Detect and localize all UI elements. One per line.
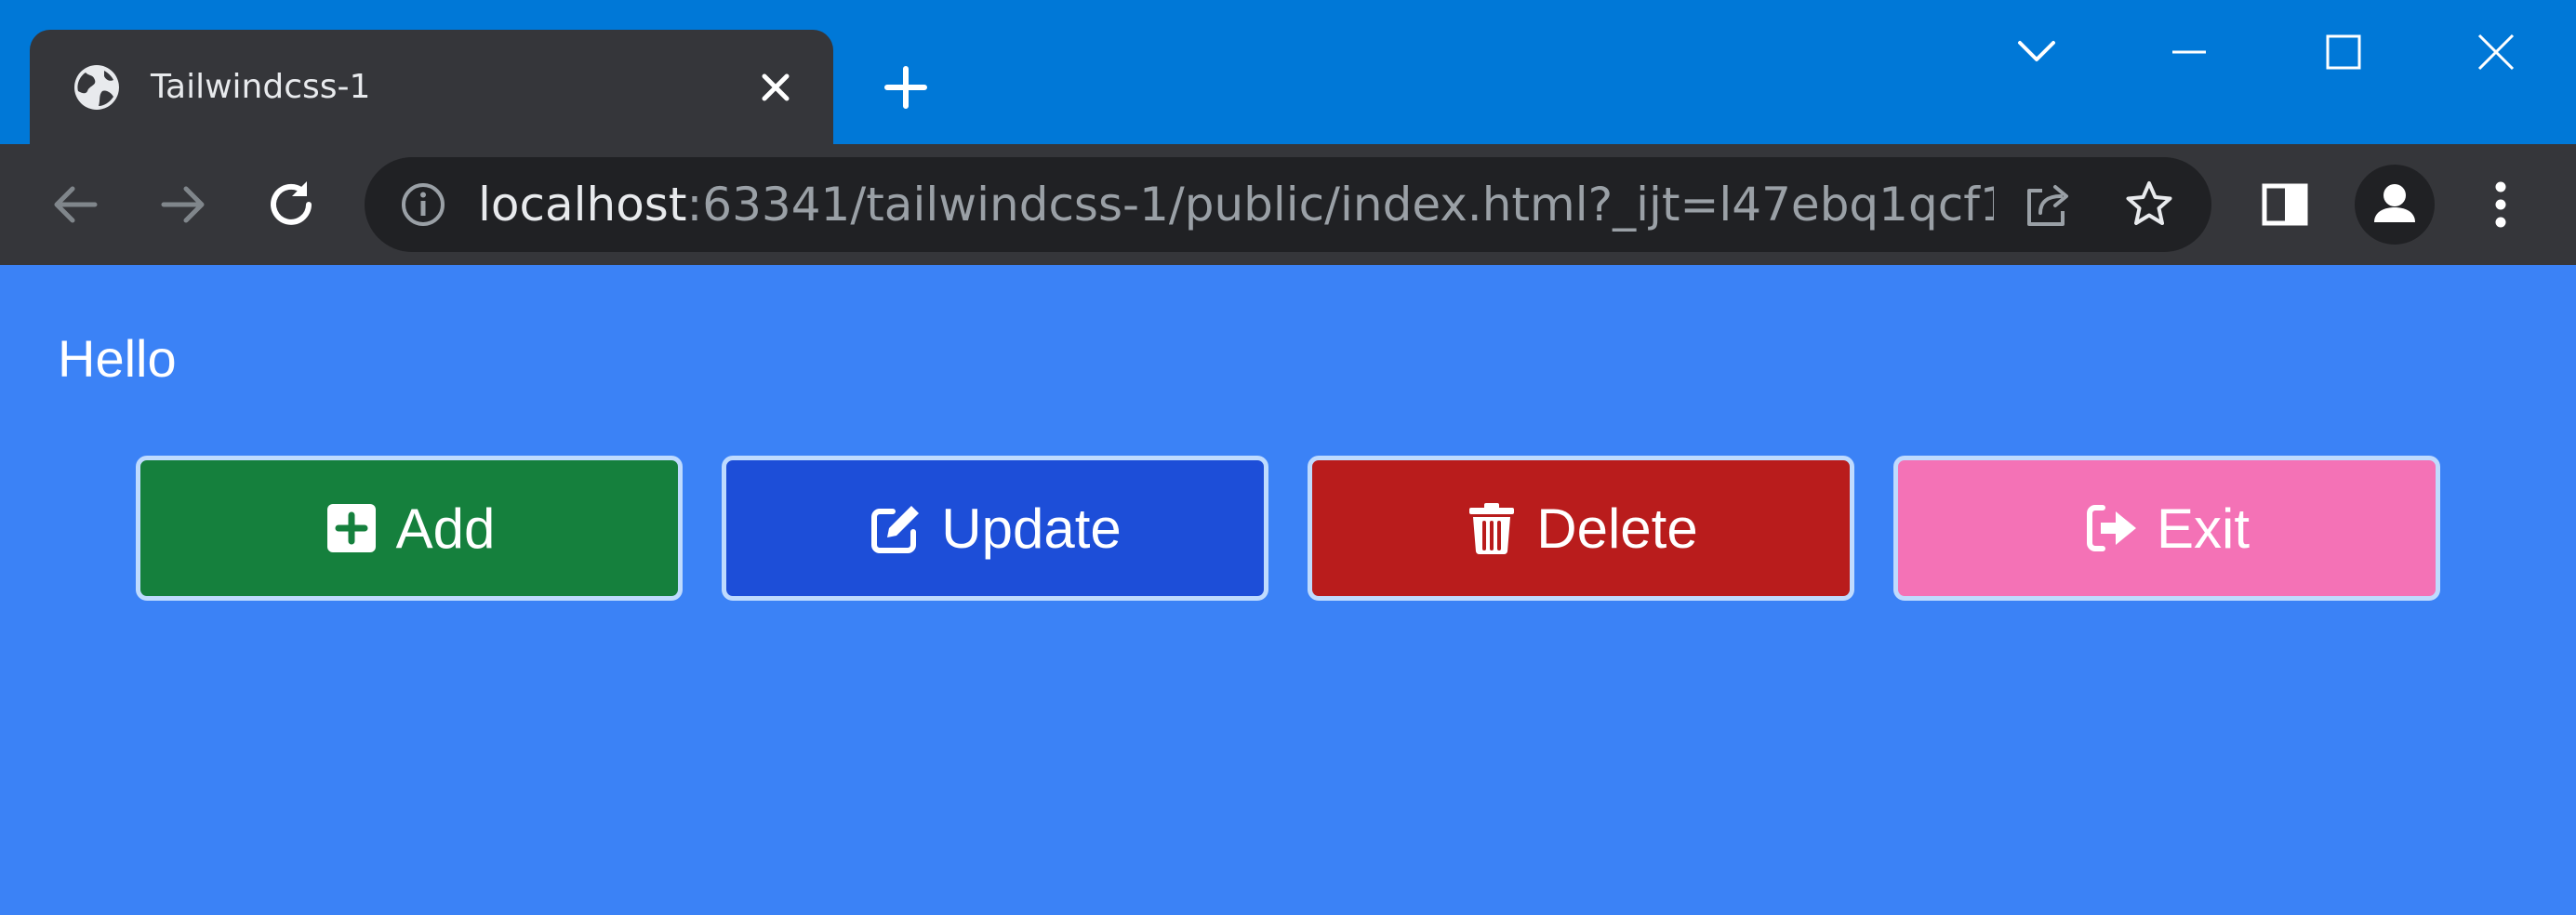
new-tab-plus-icon[interactable] [878, 60, 934, 115]
globe-icon [73, 63, 121, 112]
browser-toolbar: localhost:63341/tailwindcss-1/public/ind… [0, 144, 2576, 265]
add-button[interactable]: Add [136, 456, 683, 601]
tab-title: Tailwindcss-1 [151, 68, 371, 106]
bookmark-star-icon[interactable] [2122, 178, 2176, 232]
url-host: localhost [478, 178, 687, 232]
button-row: Add Update Delete Exit [136, 456, 2442, 601]
trash-icon [1469, 503, 1515, 555]
greeting-text: Hello [58, 329, 177, 388]
maximize-icon[interactable] [2310, 19, 2377, 86]
tab-close-icon[interactable] [755, 67, 796, 108]
tab-search-chevron-down-icon[interactable] [2003, 19, 2070, 86]
forward-arrow-icon[interactable] [151, 172, 216, 237]
close-window-icon[interactable] [2463, 19, 2530, 86]
url-path: :63341/tailwindcss-1/public/index.html?_… [686, 178, 1994, 232]
title-bar: Tailwindcss-1 [0, 0, 2576, 144]
delete-button-label: Delete [1536, 497, 1698, 560]
address-bar[interactable]: localhost:63341/tailwindcss-1/public/ind… [365, 157, 2211, 252]
site-info-icon[interactable] [400, 181, 446, 228]
browser-tab[interactable]: Tailwindcss-1 [30, 30, 833, 144]
back-arrow-icon[interactable] [43, 172, 108, 237]
profile-avatar-icon[interactable] [2355, 165, 2435, 245]
sign-out-icon [2086, 505, 2136, 551]
exit-button[interactable]: Exit [1893, 456, 2440, 601]
exit-button-label: Exit [2156, 497, 2251, 560]
add-button-label: Add [395, 497, 496, 560]
edit-icon [871, 506, 920, 553]
update-button[interactable]: Update [722, 456, 1268, 601]
page-content: Hello Add Update Delete Exit [0, 265, 2576, 915]
update-button-label: Update [941, 497, 1122, 560]
side-panel-icon[interactable] [2252, 172, 2317, 237]
browser-window: Tailwindcss-1 localhost:63341/tailwindcs… [0, 0, 2576, 915]
minimize-icon[interactable] [2156, 19, 2223, 86]
plus-square-icon [326, 504, 376, 552]
menu-kebab-icon[interactable] [2468, 172, 2533, 237]
delete-button[interactable]: Delete [1308, 456, 1854, 601]
reload-icon[interactable] [259, 172, 324, 237]
url-text[interactable]: localhost:63341/tailwindcss-1/public/ind… [478, 157, 1994, 252]
share-icon[interactable] [2020, 178, 2074, 232]
